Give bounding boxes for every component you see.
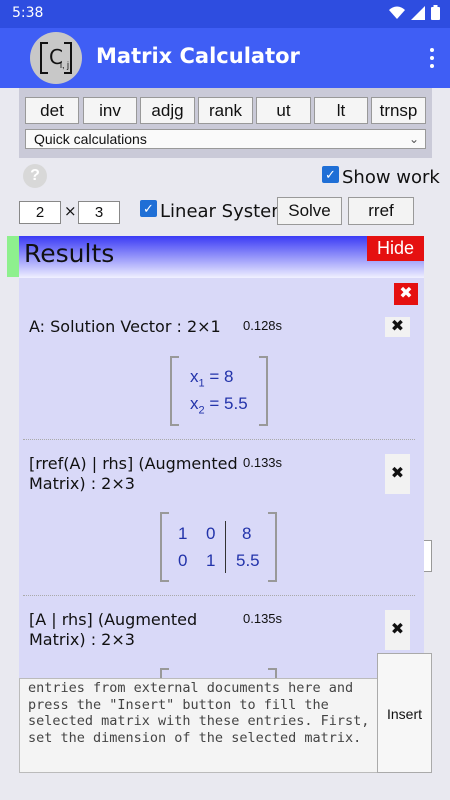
matrix-cell: 1 [206,551,216,570]
det-button[interactable]: det [25,97,79,124]
paste-entries-area[interactable]: entries from external documents here and… [19,653,432,773]
rows-input[interactable]: 2 [19,201,61,224]
app-bar: C i, j Matrix Calculator [0,28,450,88]
results-title: Results [24,239,115,268]
result-title: [rref(A) | rhs] (Augmented Matrix) : 2×3 [29,454,238,493]
solution-x2: x2 = 5.5 [190,394,248,417]
matrix-cell: 8 [242,524,252,543]
signal-icon [411,5,425,20]
rref-button[interactable]: rref [348,197,414,225]
results-header: Results Hide [19,236,424,278]
help-icon[interactable]: ? [23,164,47,188]
matrix-cell: 5.5 [236,551,260,570]
adjg-button[interactable]: adjg [140,97,195,124]
quick-calculations-select[interactable]: Quick calculations ⌄ [25,129,426,149]
lt-button[interactable]: lt [314,97,368,124]
function-panel: det inv adjg rank ut lt trnsp Quick calc… [19,88,432,158]
solution-x1: x1 = 8 [190,367,234,390]
result-time: 0.128s [243,318,283,333]
battery-icon [431,5,440,20]
hide-results-button[interactable]: Hide [367,236,424,261]
status-bar: 5:38 [0,0,450,28]
system-icons [389,5,440,20]
matrix-cell: 0 [206,524,216,543]
close-icon[interactable]: ✖ [385,454,410,494]
trnsp-button[interactable]: trnsp [371,97,426,124]
insert-button[interactable]: Insert [377,653,432,773]
result-time: 0.135s [243,611,283,626]
results-tab-marker [7,236,19,277]
dimension-times: × [64,202,77,220]
chevron-down-icon: ⌄ [408,132,419,146]
paste-textarea[interactable]: entries from external documents here and… [28,680,376,746]
result-divider [23,595,415,596]
show-work-label: Show work [342,167,440,188]
result-time: 0.133s [243,455,283,470]
inv-button[interactable]: inv [83,97,137,124]
close-all-icon[interactable]: ✖ [394,283,418,305]
matrix-cell: 0 [178,551,188,570]
app-title: Matrix Calculator [96,44,300,68]
show-work-checkbox[interactable]: ✓ [322,166,339,183]
partially-hidden-field [424,540,432,572]
ut-button[interactable]: ut [256,97,311,124]
result-divider [23,439,415,440]
wifi-icon [389,6,405,19]
augment-separator [225,521,226,573]
app-logo: C i, j [30,32,82,84]
status-time: 5:38 [12,5,44,21]
close-icon[interactable]: ✖ [385,610,410,650]
matrix-cell: 1 [178,524,188,543]
linear-system-checkbox[interactable]: ✓ [140,200,157,217]
rank-button[interactable]: rank [198,97,253,124]
result-title: [A | rhs] (Augmented Matrix) : 2×3 [29,610,198,649]
linear-system-label: Linear System [160,201,289,222]
result-title: A: Solution Vector : 2×1 [29,317,221,336]
results-panel: ✖ A: Solution Vector : 2×1 0.128s ✖ x1 =… [19,278,424,678]
cols-input[interactable]: 3 [78,201,120,224]
close-icon[interactable]: ✖ [385,317,410,337]
solve-button[interactable]: Solve [277,197,342,225]
overflow-menu-icon[interactable] [428,46,436,70]
